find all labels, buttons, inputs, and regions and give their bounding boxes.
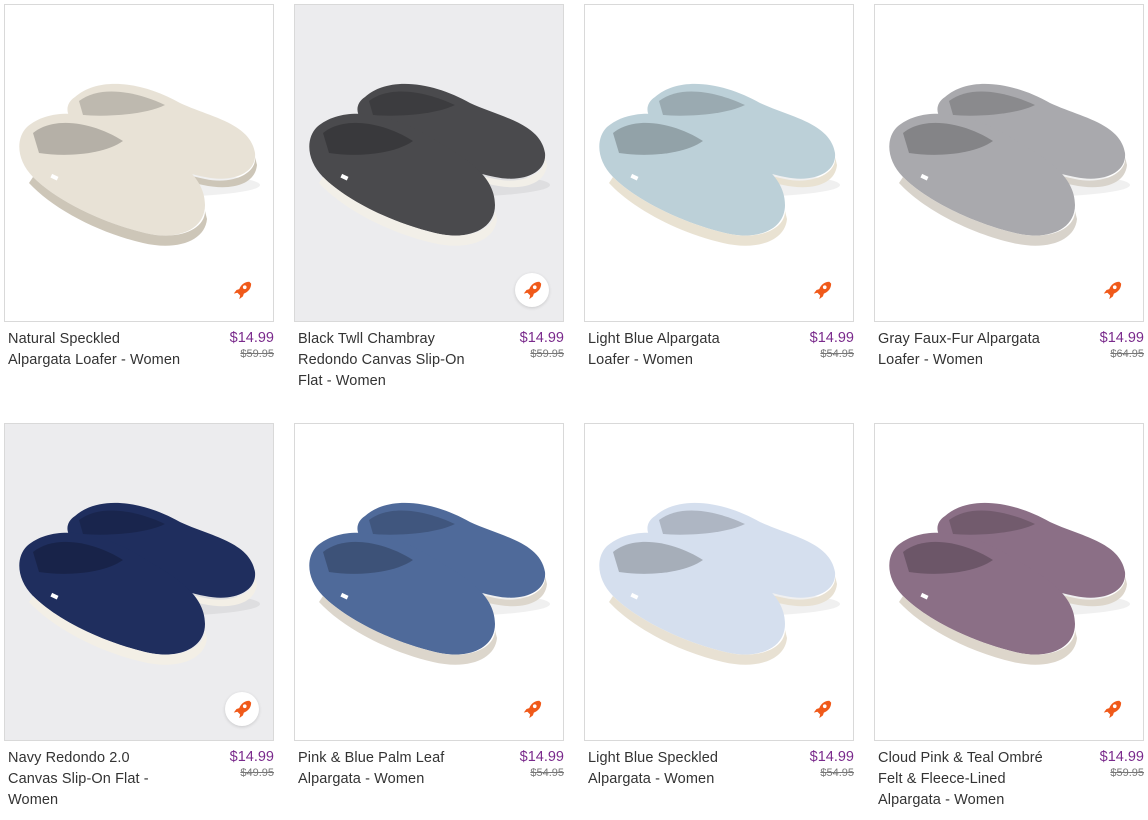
price-block: $14.99 $54.95	[810, 748, 854, 779]
original-price: $49.95	[240, 767, 274, 779]
product-name[interactable]: Light Blue Alpargata Loafer - Women	[588, 329, 763, 371]
product-info: Black Twll Chambray Redondo Canvas Slip-…	[294, 329, 564, 401]
product-image[interactable]	[294, 423, 564, 741]
product-image[interactable]	[584, 423, 854, 741]
product-image[interactable]	[4, 4, 274, 322]
price-block: $14.99 $59.95	[230, 329, 274, 360]
shoe-image	[599, 83, 840, 246]
rocket-icon	[515, 692, 549, 726]
sale-price: $14.99	[229, 330, 274, 346]
original-price: $59.95	[240, 348, 274, 360]
product-image[interactable]	[874, 423, 1144, 741]
product-image[interactable]	[4, 423, 274, 741]
product-info: Natural Speckled Alpargata Loafer - Wome…	[4, 329, 274, 401]
price-block: $14.99 $64.95	[1100, 329, 1144, 360]
price-block: $14.99 $59.95	[520, 329, 564, 360]
product-name[interactable]: Light Blue Speckled Alpargata - Women	[588, 748, 763, 790]
product-image[interactable]	[584, 4, 854, 322]
product-image[interactable]	[874, 4, 1144, 322]
rocket-icon	[225, 692, 259, 726]
shoe-image	[889, 83, 1130, 246]
price-block: $14.99 $54.95	[810, 329, 854, 360]
price-block: $14.99 $54.95	[520, 748, 564, 779]
sale-price: $14.99	[519, 330, 564, 346]
price-block: $14.99 $59.95	[1100, 748, 1144, 779]
sale-price: $14.99	[1099, 749, 1144, 765]
sale-price: $14.99	[1099, 330, 1144, 346]
original-price: $54.95	[820, 767, 854, 779]
product-info: Light Blue Speckled Alpargata - Women $1…	[584, 748, 854, 820]
original-price: $59.95	[530, 348, 564, 360]
product-grid: Natural Speckled Alpargata Loafer - Wome…	[0, 0, 1148, 816]
product-info: Light Blue Alpargata Loafer - Women $14.…	[584, 329, 854, 401]
rocket-icon	[1095, 692, 1129, 726]
sale-price: $14.99	[229, 749, 274, 765]
original-price: $54.95	[820, 348, 854, 360]
rocket-icon	[805, 692, 839, 726]
sale-price: $14.99	[809, 749, 854, 765]
product-info: Navy Redondo 2.0 Canvas Slip-On Flat - W…	[4, 748, 274, 820]
shoe-image	[309, 83, 550, 246]
product-name[interactable]: Gray Faux-Fur Alpargata Loafer - Women	[878, 329, 1053, 371]
rocket-icon	[225, 273, 259, 307]
sale-price: $14.99	[809, 330, 854, 346]
rocket-icon	[805, 273, 839, 307]
product-name[interactable]: Cloud Pink & Teal Ombré Felt & Fleece-Li…	[878, 748, 1053, 811]
product-info: Gray Faux-Fur Alpargata Loafer - Women $…	[874, 329, 1144, 401]
product-name[interactable]: Navy Redondo 2.0 Canvas Slip-On Flat - W…	[8, 748, 183, 811]
shoe-image	[889, 502, 1130, 665]
product-name[interactable]: Black Twll Chambray Redondo Canvas Slip-…	[298, 329, 473, 392]
rocket-icon	[515, 273, 549, 307]
original-price: $54.95	[530, 767, 564, 779]
original-price: $59.95	[1110, 767, 1144, 779]
product-info: Pink & Blue Palm Leaf Alpargata - Women …	[294, 748, 564, 820]
price-block: $14.99 $49.95	[230, 748, 274, 779]
product-info: Cloud Pink & Teal Ombré Felt & Fleece-Li…	[874, 748, 1144, 820]
shoe-image	[599, 502, 840, 665]
product-image[interactable]	[294, 4, 564, 322]
rocket-icon	[1095, 273, 1129, 307]
product-name[interactable]: Pink & Blue Palm Leaf Alpargata - Women	[298, 748, 473, 790]
product-name[interactable]: Natural Speckled Alpargata Loafer - Wome…	[8, 329, 183, 371]
original-price: $64.95	[1110, 348, 1144, 360]
shoe-image	[19, 502, 260, 665]
shoe-image	[309, 502, 550, 665]
shoe-image	[19, 83, 260, 246]
sale-price: $14.99	[519, 749, 564, 765]
